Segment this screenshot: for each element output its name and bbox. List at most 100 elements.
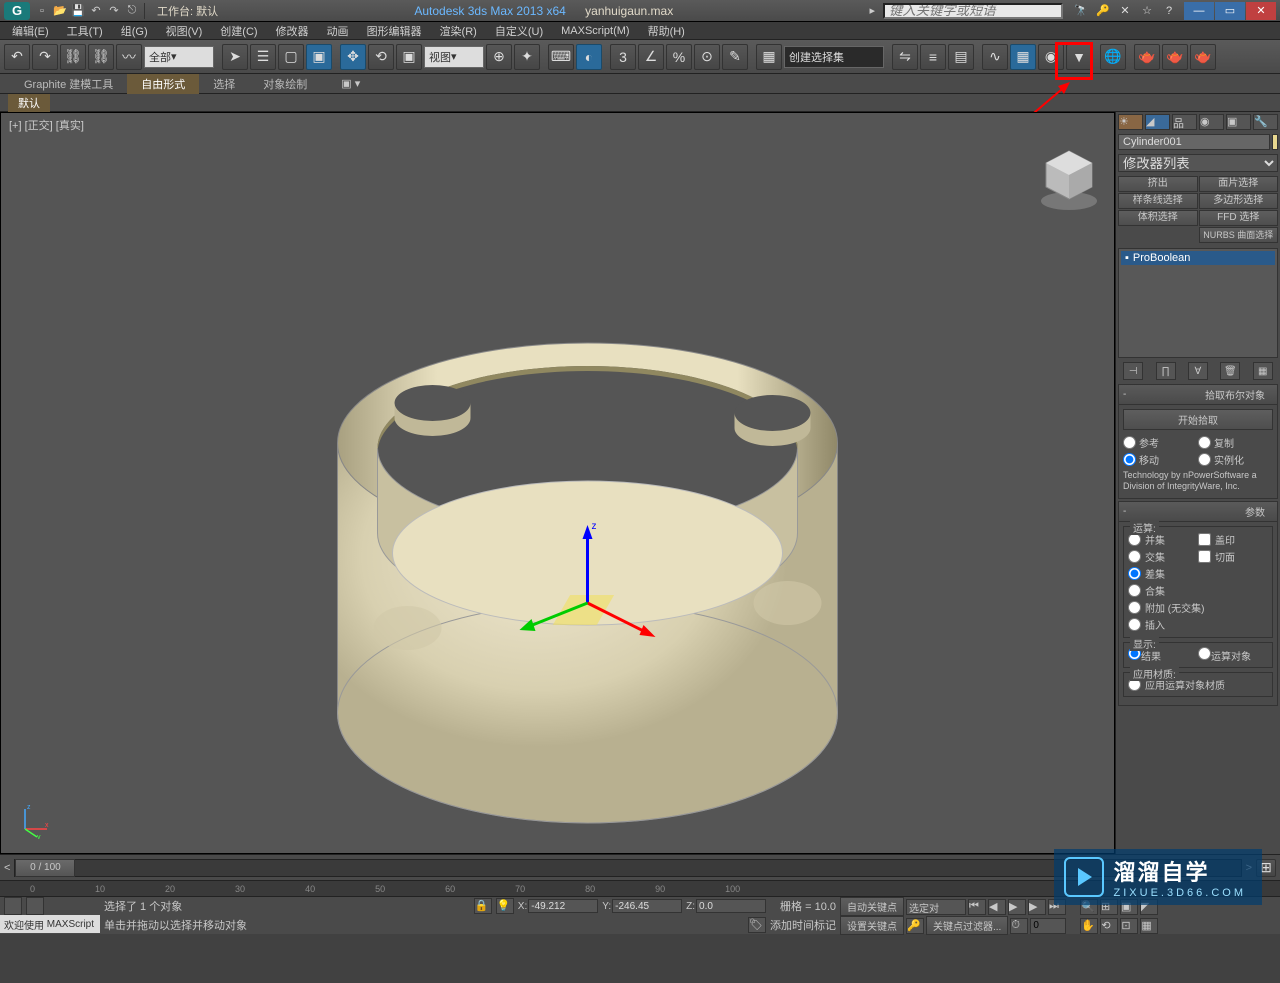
window-crossing-button[interactable]: ▣ xyxy=(306,44,332,70)
btn-vol-select[interactable]: 体积选择 xyxy=(1118,210,1198,226)
object-color-swatch[interactable] xyxy=(1272,134,1278,150)
menu-render[interactable]: 渲染(R) xyxy=(432,23,485,39)
menu-custom[interactable]: 自定义(U) xyxy=(487,23,551,39)
named-selection-button[interactable]: ▦ xyxy=(756,44,782,70)
min-max-icon[interactable]: ▦ xyxy=(1140,918,1158,934)
material-editor-button[interactable]: ◉ xyxy=(1038,44,1064,70)
new-icon[interactable]: ▫ xyxy=(34,3,50,19)
link-icon[interactable]: ⎋ xyxy=(124,3,140,19)
radio-insert[interactable]: 插入 xyxy=(1128,616,1268,633)
menu-views[interactable]: 视图(V) xyxy=(158,23,211,39)
select-by-name-button[interactable]: ☰ xyxy=(250,44,276,70)
rotate-button[interactable]: ⟲ xyxy=(368,44,394,70)
x-input[interactable] xyxy=(528,899,598,913)
search-input[interactable] xyxy=(883,3,1063,19)
timeline-prev-icon[interactable]: < xyxy=(4,862,10,874)
btn-nurbs-select[interactable]: NURBS 曲面选择 xyxy=(1199,227,1279,243)
y-input[interactable] xyxy=(612,899,682,913)
radio-copy[interactable]: 复制 xyxy=(1198,434,1273,451)
make-unique-icon[interactable]: ∀ xyxy=(1188,362,1208,380)
manipulate-button[interactable]: ✦ xyxy=(514,44,540,70)
rollout-title[interactable]: 拾取布尔对象 xyxy=(1205,387,1265,402)
link-button[interactable]: ⛓ xyxy=(60,44,86,70)
undo-button[interactable]: ↶ xyxy=(4,44,30,70)
maximize-button[interactable]: ▭ xyxy=(1215,2,1245,20)
goto-start-icon[interactable]: ⏮ xyxy=(968,899,986,915)
unlink-button[interactable]: ⛓ xyxy=(88,44,114,70)
search-play-icon[interactable]: ▸ xyxy=(869,4,875,17)
angle-snap-button[interactable]: ∠ xyxy=(638,44,664,70)
check-imprint[interactable]: 盖印 xyxy=(1198,531,1268,548)
orbit-icon[interactable]: ⟲ xyxy=(1100,918,1118,934)
viewport[interactable]: [+] [正交] [真实] xyxy=(0,112,1115,854)
ref-coord-system[interactable]: 视图 ▾ xyxy=(424,46,484,68)
check-cookie[interactable]: 切面 xyxy=(1198,548,1268,565)
radio-operands[interactable]: 运算对象 xyxy=(1198,647,1268,663)
help-icon[interactable]: ? xyxy=(1161,3,1177,19)
selection-filter[interactable]: 全部 ▾ xyxy=(144,46,214,68)
tab-utilities[interactable]: 🔧 xyxy=(1253,114,1278,130)
tab-motion[interactable]: ◉ xyxy=(1199,114,1224,130)
menu-help[interactable]: 帮助(H) xyxy=(640,23,693,39)
ribbon-tab-freeform[interactable]: 自由形式 xyxy=(127,74,199,94)
ribbon-tab-objpaint[interactable]: 对象绘制 xyxy=(249,74,321,94)
btn-extrude[interactable]: 挤出 xyxy=(1118,176,1198,192)
remove-mod-icon[interactable]: 🗑 xyxy=(1220,362,1240,380)
keyboard-shortcut-button[interactable]: ⌨ xyxy=(548,44,574,70)
tab-display[interactable]: ▣ xyxy=(1226,114,1251,130)
current-frame-input[interactable] xyxy=(1030,918,1066,934)
undo-icon[interactable]: ↶ xyxy=(88,3,104,19)
time-config-icon[interactable]: ⏱ xyxy=(1010,918,1028,934)
maximize-vp-icon[interactable]: ⊡ xyxy=(1120,918,1138,934)
modifier-stack[interactable]: ▪ProBoolean xyxy=(1118,248,1278,358)
btn-patch-select[interactable]: 面片选择 xyxy=(1199,176,1279,192)
curve-editor-button[interactable]: ∿ xyxy=(982,44,1008,70)
render-setup-button[interactable]: ▼ xyxy=(1066,44,1092,70)
key-filters-button[interactable]: 关键点过滤器... xyxy=(926,916,1008,935)
radio-move[interactable]: 移动 xyxy=(1123,451,1198,468)
next-frame-icon[interactable]: ▶ xyxy=(1028,899,1046,915)
key-big-icon[interactable]: 🔑 xyxy=(906,918,924,934)
workspace-label[interactable]: 工作台: 默认 xyxy=(157,3,218,19)
scale-button[interactable]: ▣ xyxy=(396,44,422,70)
show-result-icon[interactable]: ∏ xyxy=(1156,362,1176,380)
menu-graph[interactable]: 图形编辑器 xyxy=(359,23,430,39)
prev-frame-icon[interactable]: ◀ xyxy=(988,899,1006,915)
render-frame-button[interactable]: 🌐 xyxy=(1100,44,1126,70)
add-time-tag[interactable]: 添加时间标记 xyxy=(770,917,836,933)
radio-instance[interactable]: 实例化 xyxy=(1198,451,1273,468)
named-selection-set[interactable]: 创建选择集 xyxy=(784,46,884,68)
viewcube[interactable] xyxy=(1034,143,1104,213)
tab-hierarchy[interactable]: 品 xyxy=(1172,114,1197,130)
spinner-snap-button[interactable]: ⊙ xyxy=(694,44,720,70)
key-selection-dropdown[interactable]: 选定对 xyxy=(906,899,966,915)
schematic-button[interactable]: ▦ xyxy=(1010,44,1036,70)
tab-modify[interactable]: ◢ xyxy=(1145,114,1170,130)
isolate-icon[interactable]: 💡 xyxy=(496,898,514,914)
open-icon[interactable]: 📂 xyxy=(52,3,68,19)
render-production-button[interactable]: 🫖 xyxy=(1134,44,1160,70)
select-button[interactable]: ➤ xyxy=(222,44,248,70)
ribbon-tab-graphite[interactable]: Graphite 建模工具 xyxy=(10,74,127,94)
redo-icon[interactable]: ↷ xyxy=(106,3,122,19)
menu-group[interactable]: 组(G) xyxy=(113,23,156,39)
align-button[interactable]: ≡ xyxy=(920,44,946,70)
script-icon[interactable] xyxy=(4,897,22,915)
rect-select-button[interactable]: ▢ xyxy=(278,44,304,70)
z-input[interactable] xyxy=(696,899,766,913)
btn-spline-select[interactable]: 样条线选择 xyxy=(1118,193,1198,209)
mirror-button[interactable]: ⇋ xyxy=(892,44,918,70)
app-menu-icon[interactable]: G xyxy=(4,2,30,20)
modifier-list[interactable]: 修改器列表 xyxy=(1118,154,1278,172)
pan-icon[interactable]: ✋ xyxy=(1080,918,1098,934)
object-name-input[interactable] xyxy=(1118,134,1270,150)
minimize-button[interactable]: — xyxy=(1184,2,1214,20)
radio-subtract[interactable]: 差集 xyxy=(1128,565,1268,582)
menu-create[interactable]: 创建(C) xyxy=(212,23,265,39)
layer-button[interactable]: ▤ xyxy=(948,44,974,70)
time-tag-icon[interactable]: 🏷 xyxy=(748,917,766,933)
rollout-title-params[interactable]: 参数 xyxy=(1245,504,1265,519)
btn-poly-select[interactable]: 多边形选择 xyxy=(1199,193,1279,209)
stack-item-proboolean[interactable]: ▪ProBoolean xyxy=(1121,251,1275,265)
autokey-button[interactable]: 自动关键点 xyxy=(840,897,904,916)
